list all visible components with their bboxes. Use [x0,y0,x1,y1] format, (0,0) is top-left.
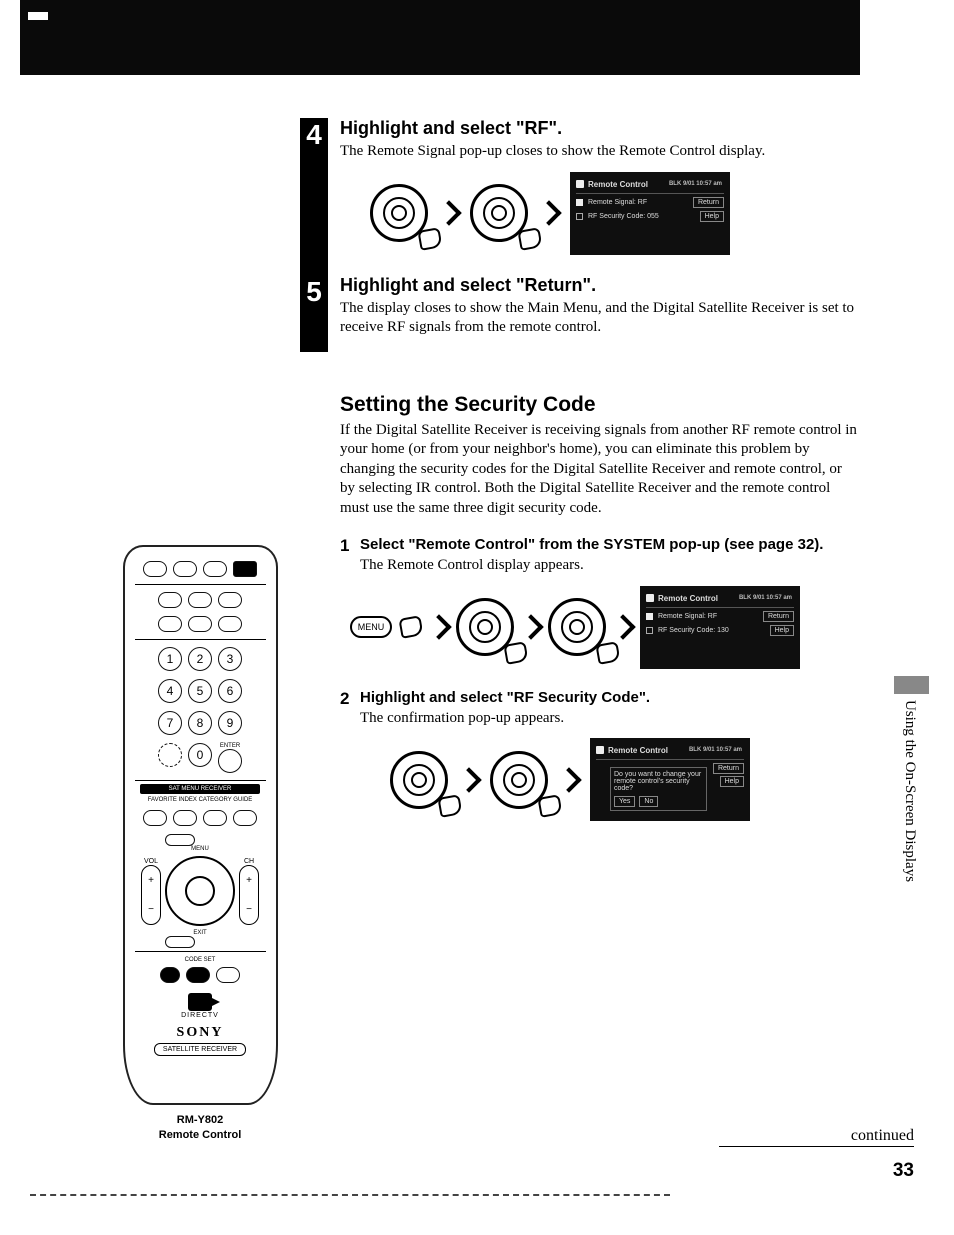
substep-1-heading: Select "Remote Control" from the SYSTEM … [360,536,860,553]
step-5-number: 5 [300,275,328,310]
directv-logo-icon [188,993,212,1011]
arrow-icon [610,614,635,639]
help-button: Help [700,211,724,222]
substep-1: 1 Select "Remote Control" from the SYSTE… [360,536,860,669]
joystick-press-icon [490,751,548,809]
side-tab [894,676,929,694]
substep-2: 2 Highlight and select "RF Security Code… [360,689,860,822]
screen-time: BLK 9/01 10:57 am [669,181,722,187]
joystick-icon [370,184,428,242]
arrow-icon [556,767,581,792]
step-5-bar [300,310,328,352]
keypad-5: 5 [188,679,212,703]
section-heading: Setting the Security Code [340,393,860,417]
keypad-8: 8 [188,711,212,735]
strip-label: SAT MENU RECEIVER [140,784,260,794]
screen-time: BLK 9/01 10:57 am [739,595,792,601]
return-button: Return [713,763,744,774]
ch-label: CH [239,858,259,865]
substep-2-body: The confirmation pop-up appears. [360,709,860,729]
step-4-number: 4 [300,118,328,153]
remote-model: RM-Y802 [105,1113,295,1128]
no-button: No [639,796,658,807]
joystick-icon [456,598,514,656]
enter-label: ENTER [218,743,242,749]
help-button: Help [720,776,744,787]
keypad-9: 9 [218,711,242,735]
header-banner [20,0,860,75]
keypad-7: 7 [158,711,182,735]
screen-title: Remote Control [608,746,668,755]
directv-label: DIRECTV [181,1012,219,1019]
continued-label: continued [719,1127,914,1147]
screen-title: Remote Control [658,594,718,603]
screen-row-1: Remote Signal: RF [658,613,717,620]
keypad-0: 0 [188,743,212,767]
arrow-icon [536,200,561,225]
return-button: Return [763,611,794,622]
joystick-press-icon [548,598,606,656]
remote-caption: Remote Control [105,1128,295,1143]
arrow-icon [436,200,461,225]
confirm-text: Do you want to change your remote contro… [614,771,703,792]
receiver-label: SATELLITE RECEIVER [154,1043,246,1056]
menu-button-icon: MENU [350,616,392,638]
dpad-icon [165,856,235,926]
step-4-heading: Highlight and select "RF". [340,118,860,139]
keypad-3: 3 [218,647,242,671]
page-number: 33 [893,1160,914,1182]
keypad-6: 6 [218,679,242,703]
yes-button: Yes [614,796,635,807]
arrow-icon [456,767,481,792]
substep-2-number: 2 [340,689,349,709]
step-4-figure: Remote Control BLK 9/01 10:57 am Remote … [370,172,860,255]
side-section-label: Using the On-Screen Displays [901,700,918,882]
keypad-4: 4 [158,679,182,703]
page-tear-decoration [30,1190,670,1196]
joystick-icon [390,751,448,809]
step-5-body: The display closes to show the Main Menu… [340,299,860,338]
substep-1-body: The Remote Control display appears. [360,556,860,576]
section-intro: If the Digital Satellite Receiver is rec… [340,421,860,519]
step-4-body: The Remote Signal pop-up closes to show … [340,142,860,162]
screen-time: BLK 9/01 10:57 am [689,747,742,753]
return-button: Return [693,197,724,208]
vol-label: VOL [141,858,161,865]
confirmation-screen: Remote Control BLK 9/01 10:57 am Do you … [590,738,750,821]
guide-labels: FAVORITE INDEX CATEGORY GUIDE [148,797,253,803]
screen-title: Remote Control [588,180,648,189]
remote-control-screen: Remote Control BLK 9/01 10:57 am Remote … [640,586,800,669]
screen-row-2: RF Security Code: 055 [588,213,659,220]
arrow-icon [426,614,451,639]
sony-logo: SONY [177,1025,224,1041]
screen-row-2: RF Security Code: 130 [658,627,729,634]
remote-illustration: 123 456 789 0 ENTER SAT MENU RECEIVER FA… [105,545,295,1144]
step-5-heading: Highlight and select "Return". [340,275,860,296]
joystick-press-icon [470,184,528,242]
keypad-2: 2 [188,647,212,671]
arrow-icon [518,614,543,639]
substep-1-number: 1 [340,536,349,556]
help-button: Help [770,625,794,636]
substep-2-heading: Highlight and select "RF Security Code". [360,689,860,706]
remote-control-screen: Remote Control BLK 9/01 10:57 am Remote … [570,172,730,255]
screen-row-1: Remote Signal: RF [588,199,647,206]
keypad-1: 1 [158,647,182,671]
